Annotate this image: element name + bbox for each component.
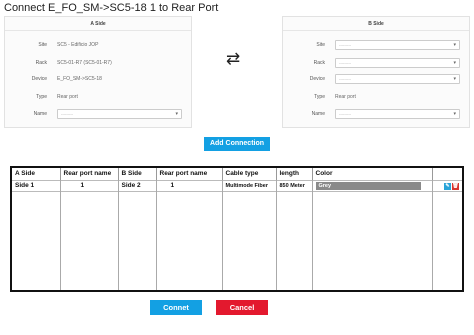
a-site-label: Site [38,42,47,48]
a-type-value: Rear port [57,94,78,100]
chevron-down-icon: ▾ [453,76,456,82]
b-device-select[interactable]: --------- ▾ [335,74,460,84]
col-cable-type: Cable type [222,168,277,180]
b-name-placeholder: --------- [339,111,351,116]
b-device-row: Device --------- ▾ [283,73,469,85]
b-name-label: Name [311,111,325,117]
b-site-row: Site --------- ▾ [283,39,469,51]
b-site-label: Site [316,42,325,48]
b-device-placeholder: --------- [339,76,351,81]
a-type-label: Type [36,94,47,100]
b-type-label: Type [314,94,325,100]
a-device-value: E_FO_SM->SC5-18 [57,76,102,82]
a-name-placeholder: --------- [61,111,73,116]
a-device-row: Device E_FO_SM->SC5-18 [5,73,191,85]
col-length: length [276,168,313,180]
b-name-select[interactable]: --------- ▾ [335,109,460,119]
a-site-value: SC5 - Edificio JOP [57,42,99,48]
chevron-down-icon: ▾ [453,42,456,48]
col-a-side: A Side [12,168,61,180]
chevron-down-icon: ▾ [453,111,456,117]
a-rack-row: Rack SC5-01-R7 (SC5-01-R7) [5,57,191,69]
a-device-label: Device [31,76,47,82]
b-rack-select[interactable]: --------- ▾ [335,58,460,68]
b-rack-row: Rack --------- ▾ [283,57,469,69]
a-rack-label: Rack [35,60,47,66]
page-title: Connect E_FO_SM->SC5-18 1 to Rear Port [4,2,219,14]
b-name-row: Name --------- ▾ [283,108,469,120]
chevron-down-icon: ▾ [175,111,178,117]
b-site-select[interactable]: --------- ▾ [335,40,460,50]
a-name-row: Name --------- ▾ [5,108,191,120]
b-type-value: Rear port [335,94,356,100]
cancel-button[interactable]: Cancel [216,300,268,315]
a-rack-value: SC5-01-R7 (SC5-01-R7) [57,60,112,66]
connections-table: A Side Rear port name B Side Rear port n… [10,166,464,292]
connect-button[interactable]: Connet [150,300,202,315]
col-b-side: B Side [118,168,157,180]
a-site-row: Site SC5 - Edificio JOP [5,39,191,51]
a-name-select[interactable]: --------- ▾ [57,109,182,119]
a-type-row: Type Rear port [5,91,191,103]
b-rack-placeholder: --------- [339,60,351,65]
a-side-header: A Side [5,17,191,31]
col-a-rear-port: Rear port name [60,168,119,180]
col-actions [432,168,462,180]
col-color: Color [312,168,433,180]
b-device-label: Device [309,76,325,82]
b-side-header: B Side [283,17,469,31]
b-rack-label: Rack [313,60,325,66]
chevron-down-icon: ▾ [453,60,456,66]
b-type-row: Type Rear port [283,91,469,103]
b-side-panel: B Side Site --------- ▾ Rack --------- ▾… [282,16,470,128]
swap-icon[interactable]: ⇄ [226,50,240,67]
table-header-row: A Side Rear port name B Side Rear port n… [12,168,462,180]
add-connection-button[interactable]: Add Connection [204,137,270,151]
b-site-placeholder: --------- [339,42,351,47]
col-b-rear-port: Rear port name [156,168,223,180]
a-side-panel: A Side Site SC5 - Edificio JOP Rack SC5-… [4,16,192,128]
a-name-label: Name [33,111,47,117]
table-column-lines [12,180,462,290]
